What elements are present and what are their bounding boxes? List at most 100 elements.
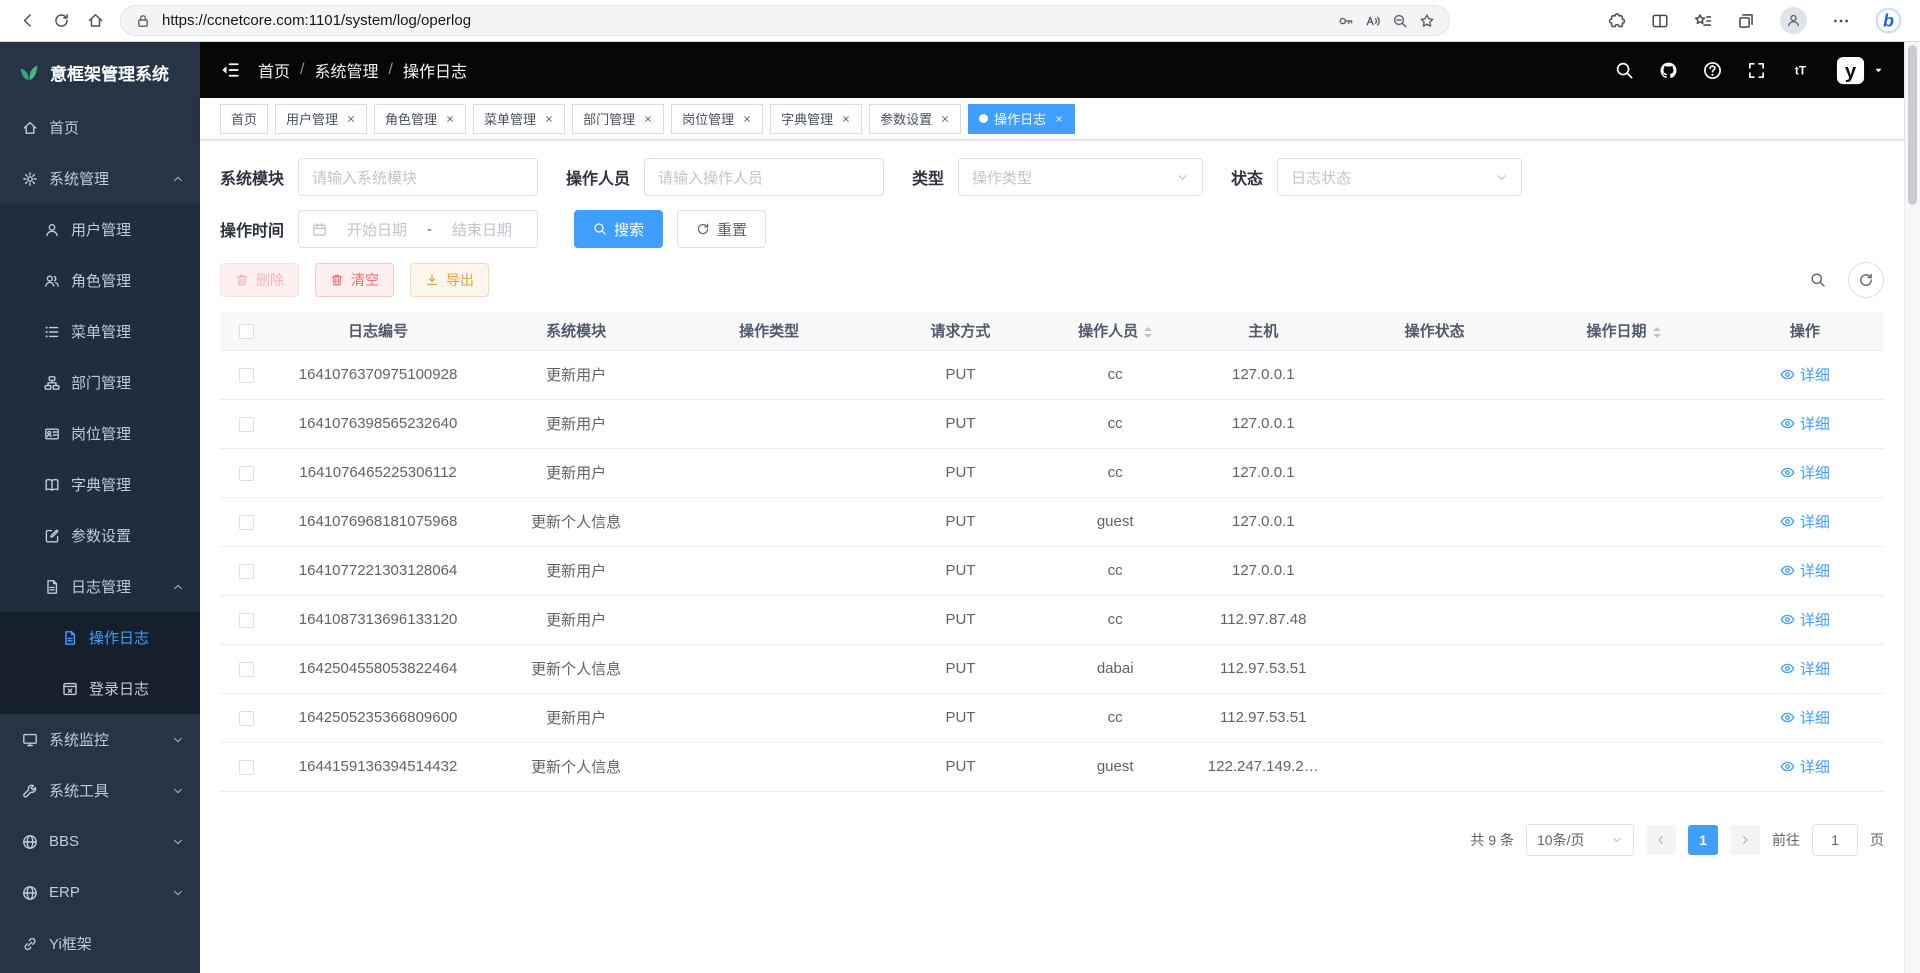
next-page-button[interactable] xyxy=(1730,825,1760,855)
sidebar-item-home[interactable]: 首页 xyxy=(0,102,200,153)
goto-page-input[interactable]: 1 xyxy=(1812,824,1858,856)
detail-link[interactable]: 详细 xyxy=(1780,462,1830,483)
more-menu-icon[interactable] xyxy=(1832,12,1850,30)
sidebar-item-system-mgmt[interactable]: 系统管理 xyxy=(0,153,200,204)
tab-dict-mgmt[interactable]: 字典管理 xyxy=(770,104,862,134)
page-size-select[interactable]: 10条/页 xyxy=(1526,824,1634,856)
close-icon[interactable] xyxy=(346,114,356,124)
avatar-caret-icon[interactable] xyxy=(1873,65,1884,76)
sidebar-item-system-monitor[interactable]: 系统监控 xyxy=(0,714,200,765)
export-button[interactable]: 导出 xyxy=(410,263,489,297)
search-button[interactable]: 搜索 xyxy=(574,210,663,248)
sort-carets-icon[interactable] xyxy=(1144,327,1152,338)
bing-icon[interactable]: b xyxy=(1875,7,1902,34)
detail-link[interactable]: 详细 xyxy=(1780,658,1830,679)
reset-button[interactable]: 重置 xyxy=(677,210,766,248)
row-checkbox[interactable] xyxy=(239,368,254,383)
select-all-checkbox[interactable] xyxy=(239,324,254,339)
close-icon[interactable] xyxy=(544,114,554,124)
browser-back-button[interactable] xyxy=(10,4,44,38)
read-aloud-icon[interactable] xyxy=(1365,13,1381,29)
browser-scrollbar[interactable] xyxy=(1904,42,1920,973)
clear-button[interactable]: 清空 xyxy=(315,263,394,297)
sidebar-item-bbs[interactable]: BBS xyxy=(0,816,200,867)
row-checkbox[interactable] xyxy=(239,515,254,530)
browser-profile-avatar[interactable] xyxy=(1780,7,1807,34)
row-checkbox[interactable] xyxy=(239,711,254,726)
detail-link[interactable]: 详细 xyxy=(1780,560,1830,581)
sidebar-item-login-log[interactable]: 登录日志 xyxy=(0,663,200,714)
detail-link[interactable]: 详细 xyxy=(1780,413,1830,434)
fullscreen-icon[interactable] xyxy=(1747,61,1766,80)
close-icon[interactable] xyxy=(445,114,455,124)
tab-user-mgmt[interactable]: 用户管理 xyxy=(275,104,367,134)
extensions-icon[interactable] xyxy=(1608,12,1626,30)
detail-link[interactable]: 详细 xyxy=(1780,707,1830,728)
github-icon[interactable] xyxy=(1659,61,1678,80)
browser-home-button[interactable] xyxy=(78,4,112,38)
sidebar-item-post-mgmt[interactable]: 岗位管理 xyxy=(0,408,200,459)
col-operator[interactable]: 操作人员 xyxy=(1052,312,1178,350)
address-bar[interactable]: https://ccnetcore.com:1101/system/log/op… xyxy=(120,5,1450,36)
sidebar-item-dept-mgmt[interactable]: 部门管理 xyxy=(0,357,200,408)
password-icon[interactable] xyxy=(1338,13,1354,29)
sidebar-item-yi-framework[interactable]: Yi框架 xyxy=(0,918,200,969)
close-icon[interactable] xyxy=(1054,114,1064,124)
close-icon[interactable] xyxy=(940,114,950,124)
sidebar-item-dict-mgmt[interactable]: 字典管理 xyxy=(0,459,200,510)
detail-link[interactable]: 详细 xyxy=(1780,511,1830,532)
sidebar-item-param-settings[interactable]: 参数设置 xyxy=(0,510,200,561)
col-date[interactable]: 操作日期 xyxy=(1521,312,1726,350)
zoom-out-icon[interactable] xyxy=(1392,13,1408,29)
close-icon[interactable] xyxy=(643,114,653,124)
sidebar-item-user-mgmt[interactable]: 用户管理 xyxy=(0,204,200,255)
url-text[interactable]: https://ccnetcore.com:1101/system/log/op… xyxy=(162,12,1327,29)
delete-button[interactable]: 删除 xyxy=(220,263,299,297)
row-checkbox[interactable] xyxy=(239,760,254,775)
sidebar-item-oper-log[interactable]: 操作日志 xyxy=(0,612,200,663)
refresh-table-button[interactable] xyxy=(1848,262,1884,298)
split-screen-icon[interactable] xyxy=(1651,12,1669,30)
tab-role-mgmt[interactable]: 角色管理 xyxy=(374,104,466,134)
sidebar-item-erp[interactable]: ERP xyxy=(0,867,200,918)
header-search-icon[interactable] xyxy=(1615,61,1634,80)
row-checkbox[interactable] xyxy=(239,613,254,628)
tab-menu-mgmt[interactable]: 菜单管理 xyxy=(473,104,565,134)
date-range-input[interactable]: 开始日期 - 结束日期 xyxy=(298,210,538,248)
add-favorite-icon[interactable] xyxy=(1419,13,1435,29)
sidebar-item-log-mgmt[interactable]: 日志管理 xyxy=(0,561,200,612)
row-checkbox[interactable] xyxy=(239,564,254,579)
page-1-button[interactable]: 1 xyxy=(1688,825,1718,855)
favorites-icon[interactable] xyxy=(1694,12,1712,30)
toggle-search-button[interactable] xyxy=(1800,262,1836,298)
tab-param-settings[interactable]: 参数设置 xyxy=(869,104,961,134)
sidebar-toggle-icon[interactable] xyxy=(220,60,240,80)
detail-link[interactable]: 详细 xyxy=(1780,609,1830,630)
breadcrumb-item[interactable]: 首页 xyxy=(258,58,290,82)
module-input[interactable]: 请输入系统模块 xyxy=(298,158,538,196)
close-icon[interactable] xyxy=(742,114,752,124)
close-icon[interactable] xyxy=(841,114,851,124)
detail-link[interactable]: 详细 xyxy=(1780,756,1830,777)
tab-post-mgmt[interactable]: 岗位管理 xyxy=(671,104,763,134)
detail-link[interactable]: 详细 xyxy=(1780,364,1830,385)
browser-refresh-button[interactable] xyxy=(44,4,78,38)
row-checkbox[interactable] xyxy=(239,662,254,677)
prev-page-button[interactable] xyxy=(1646,825,1676,855)
user-avatar[interactable]: y xyxy=(1835,55,1866,86)
row-checkbox[interactable] xyxy=(239,466,254,481)
tab-home[interactable]: 首页 xyxy=(220,104,268,134)
sidebar-item-menu-mgmt[interactable]: 菜单管理 xyxy=(0,306,200,357)
tab-dept-mgmt[interactable]: 部门管理 xyxy=(572,104,664,134)
row-checkbox[interactable] xyxy=(239,417,254,432)
sidebar-item-system-tools[interactable]: 系统工具 xyxy=(0,765,200,816)
font-size-icon[interactable]: tT xyxy=(1791,61,1810,80)
sidebar-item-role-mgmt[interactable]: 角色管理 xyxy=(0,255,200,306)
sort-carets-icon[interactable] xyxy=(1653,327,1661,338)
help-icon[interactable] xyxy=(1703,61,1722,80)
status-select[interactable]: 日志状态 xyxy=(1277,158,1522,196)
collections-icon[interactable] xyxy=(1737,12,1755,30)
operator-input[interactable]: 请输入操作人员 xyxy=(644,158,884,196)
type-select[interactable]: 操作类型 xyxy=(958,158,1203,196)
scrollbar-thumb[interactable] xyxy=(1908,45,1917,205)
